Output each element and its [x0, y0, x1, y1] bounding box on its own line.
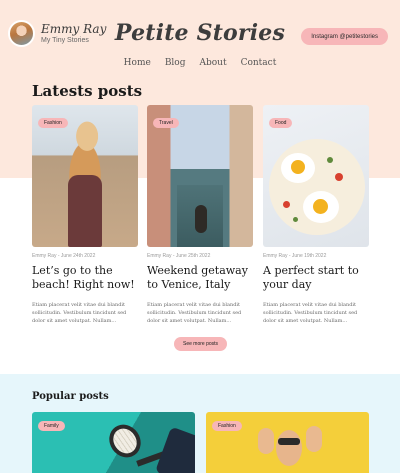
image-tomato [335, 173, 343, 181]
post-excerpt: Etiam placerat velit vitae dui blandit s… [263, 302, 358, 324]
post-image-beach[interactable]: Fashion [32, 105, 138, 247]
post-card[interactable]: Travel Emmy Ray - June 25th 2022 Weekend… [147, 105, 253, 325]
image-racket [102, 418, 148, 464]
image-hand [258, 428, 274, 454]
category-tag[interactable]: Family [38, 421, 65, 431]
post-excerpt: Etiam placerat velit vitae dui blandit s… [32, 302, 127, 324]
image-sunglasses [278, 438, 300, 445]
category-tag[interactable]: Fashion [212, 421, 242, 431]
latest-posts-heading: Latests posts [32, 82, 143, 100]
popular-post-card[interactable]: Family [32, 412, 195, 473]
post-meta: Emmy Ray - June 25th 2022 [147, 253, 211, 259]
post-excerpt: Etiam placerat velit vitae dui blandit s… [147, 302, 242, 324]
post-image-venice[interactable]: Travel [147, 105, 253, 247]
nav-contact[interactable]: Contact [241, 58, 277, 68]
image-herb [293, 217, 298, 222]
image-hand [306, 426, 322, 452]
post-title[interactable]: Weekend getaway to Venice, Italy [147, 264, 253, 292]
nav-about[interactable]: About [199, 58, 226, 68]
image-arm [154, 426, 195, 473]
image-tomato [283, 201, 290, 208]
post-card[interactable]: Food Emmy Ray - June 19th 2022 A perfect… [263, 105, 369, 325]
post-meta: Emmy Ray - June 19th 2022 [263, 253, 327, 259]
post-meta: Emmy Ray - June 24th 2022 [32, 253, 96, 259]
post-image-food[interactable]: Food [263, 105, 369, 247]
image-yolk [291, 160, 305, 174]
popular-post-card[interactable]: Fashion [206, 412, 369, 473]
post-title[interactable]: A perfect start to your day [263, 264, 369, 292]
nav-blog[interactable]: Blog [165, 58, 186, 68]
nav-home[interactable]: Home [124, 58, 151, 68]
image-face [276, 430, 302, 466]
post-title[interactable]: Let’s go to the beach! Right now! [32, 264, 138, 292]
category-tag[interactable]: Travel [153, 118, 179, 128]
category-tag[interactable]: Fashion [38, 118, 68, 128]
see-more-button[interactable]: See more posts [174, 337, 228, 351]
image-yolk [313, 199, 328, 214]
image-figure [68, 175, 102, 247]
image-herb [327, 157, 333, 163]
main-nav: Home Blog About Contact [0, 58, 400, 68]
popular-posts-heading: Popular posts [32, 391, 109, 402]
category-tag[interactable]: Food [269, 118, 293, 128]
instagram-button[interactable]: Instagram @petitestories [301, 28, 388, 45]
post-card[interactable]: Fashion Emmy Ray - June 24th 2022 Let’s … [32, 105, 138, 325]
image-boat [195, 205, 207, 233]
